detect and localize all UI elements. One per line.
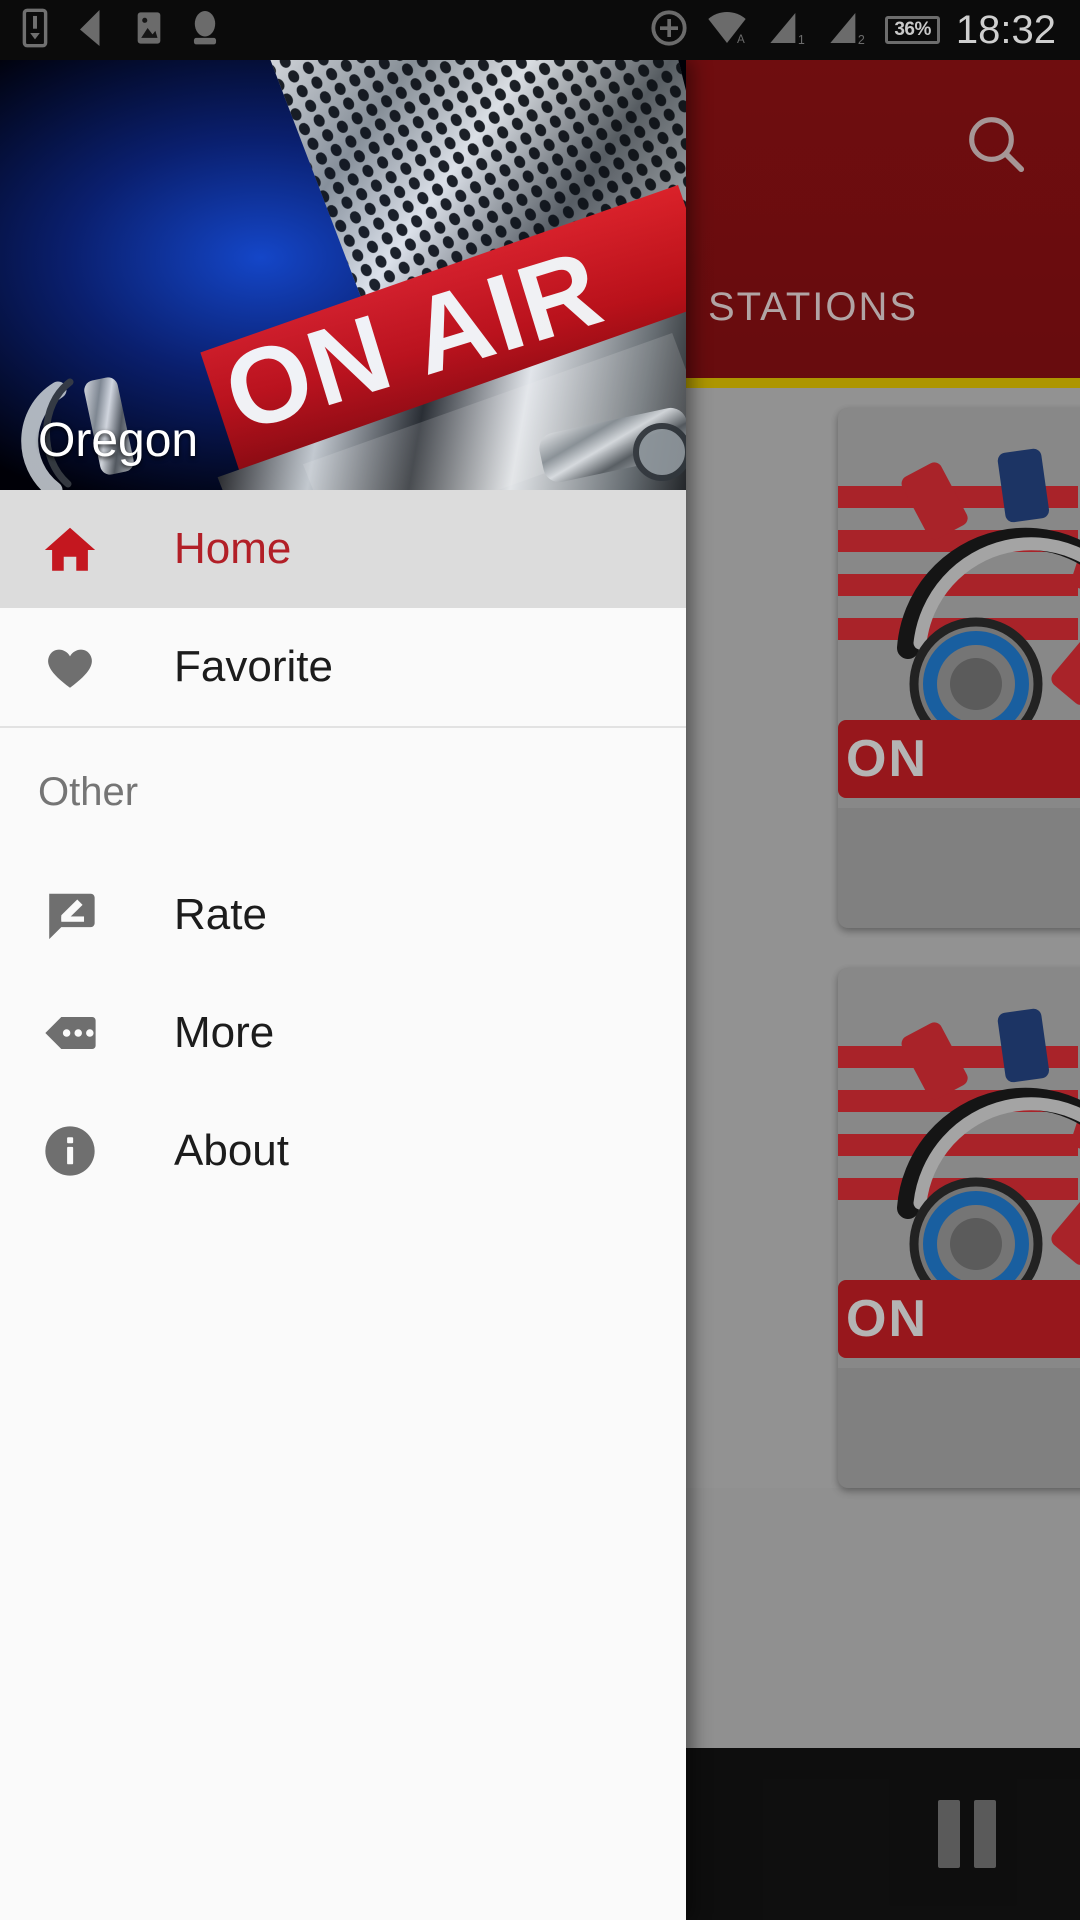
status-bar-system: A 1 2 36% 18:32 (649, 8, 1080, 53)
heart-icon (38, 635, 102, 699)
wifi-icon: A (705, 8, 749, 53)
info-icon (38, 1119, 102, 1183)
status-bar: A 1 2 36% 18:32 (0, 0, 1080, 60)
status-clock: 18:32 (955, 8, 1056, 52)
sidebar-item-favorite[interactable]: Favorite (0, 608, 686, 726)
drawer-section-other: Other (0, 728, 686, 856)
image-icon (132, 8, 166, 53)
svg-text:A: A (737, 33, 745, 46)
sidebar-item-label: Home (174, 524, 292, 573)
more-horiz-icon (38, 1001, 102, 1065)
sidebar-item-label: Rate (174, 890, 267, 939)
sidebar-item-about[interactable]: About (0, 1092, 686, 1210)
sim-alert-icon (18, 8, 52, 53)
contact-icon (188, 7, 222, 54)
sidebar-item-label: Favorite (174, 642, 333, 691)
rate-review-icon (38, 883, 102, 947)
status-bar-notifications (0, 7, 222, 54)
drawer-account-name: Oregon (38, 414, 199, 467)
navigation-drawer: ON AIR Oregon Home Favorite Other Rate M… (0, 60, 686, 1920)
sidebar-item-more[interactable]: More (0, 974, 686, 1092)
sidebar-item-label: About (174, 1126, 289, 1175)
drawer-header[interactable]: ON AIR Oregon (0, 60, 686, 490)
signal-2-icon: 2 (825, 8, 869, 53)
add-circle-icon (649, 8, 689, 53)
drawer-menu: Home Favorite Other Rate More About (0, 490, 686, 1210)
back-arrow-icon (74, 7, 110, 54)
sidebar-item-home[interactable]: Home (0, 490, 686, 608)
battery-icon: 36% (885, 16, 940, 44)
home-icon (38, 517, 102, 581)
svg-text:1: 1 (798, 32, 805, 46)
signal-1-icon: 1 (765, 8, 809, 53)
sidebar-item-label: More (174, 1008, 275, 1057)
svg-text:2: 2 (858, 32, 865, 46)
sidebar-item-rate[interactable]: Rate (0, 856, 686, 974)
drawer-section-label: Other (38, 769, 139, 814)
